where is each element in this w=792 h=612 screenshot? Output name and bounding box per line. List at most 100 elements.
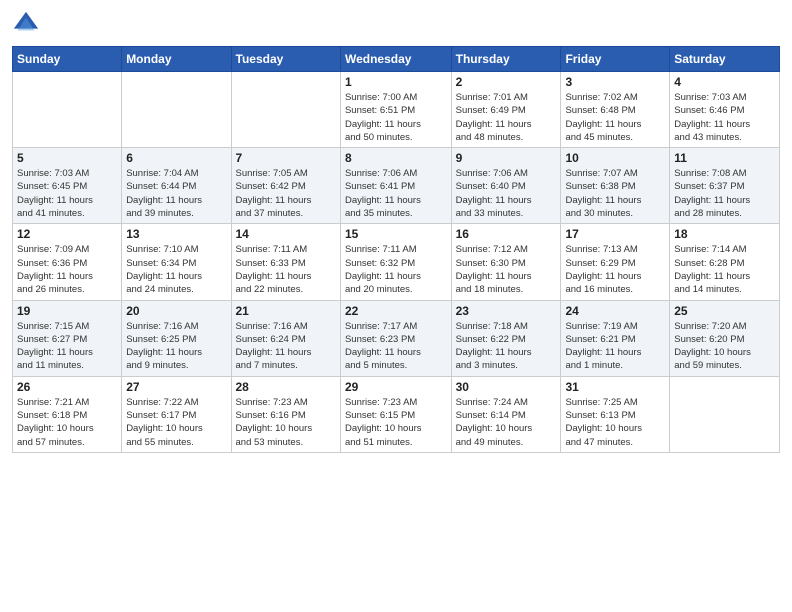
calendar-day-cell	[670, 376, 780, 452]
day-info: Sunrise: 7:02 AM Sunset: 6:48 PM Dayligh…	[565, 91, 665, 144]
day-number: 17	[565, 227, 665, 241]
day-number: 16	[456, 227, 557, 241]
calendar-day-cell	[122, 72, 231, 148]
day-number: 28	[236, 380, 336, 394]
day-info: Sunrise: 7:03 AM Sunset: 6:46 PM Dayligh…	[674, 91, 775, 144]
day-of-week-header: Saturday	[670, 47, 780, 72]
day-of-week-header: Friday	[561, 47, 670, 72]
calendar-day-cell: 14Sunrise: 7:11 AM Sunset: 6:33 PM Dayli…	[231, 224, 340, 300]
calendar-day-cell: 4Sunrise: 7:03 AM Sunset: 6:46 PM Daylig…	[670, 72, 780, 148]
calendar-day-cell: 19 Sunrise: 7:15 AM Sunset: 6:27 PM Dayli…	[13, 300, 122, 376]
page-container: SundayMondayTuesdayWednesdayThursdayFrid…	[0, 0, 792, 461]
day-info: Sunrise: 7:06 AM Sunset: 6:41 PM Dayligh…	[345, 167, 447, 220]
day-number: 22	[345, 304, 447, 318]
day-number: 25	[674, 304, 775, 318]
day-number: 1	[345, 75, 447, 89]
day-info: Sunrise: 7:23 AM Sunset: 6:16 PM Dayligh…	[236, 396, 336, 449]
calendar-day-cell	[13, 72, 122, 148]
day-info: Sunrise: 7:09 AM Sunset: 6:36 PM Dayligh…	[17, 243, 117, 296]
calendar-day-cell: 12 Sunrise: 7:09 AM Sunset: 6:36 PM Dayli…	[13, 224, 122, 300]
day-of-week-header: Monday	[122, 47, 231, 72]
day-number: 3	[565, 75, 665, 89]
calendar-day-cell: 10 Sunrise: 7:07 AM Sunset: 6:38 PM Dayli…	[561, 148, 670, 224]
calendar-day-cell: 3 Sunrise: 7:02 AM Sunset: 6:48 PM Daylig…	[561, 72, 670, 148]
calendar-day-cell: 20 Sunrise: 7:16 AM Sunset: 6:25 PM Dayli…	[122, 300, 231, 376]
day-info: Sunrise: 7:25 AM Sunset: 6:13 PM Dayligh…	[565, 396, 665, 449]
day-of-week-header: Tuesday	[231, 47, 340, 72]
day-number: 12	[17, 227, 117, 241]
calendar-day-cell: 8 Sunrise: 7:06 AM Sunset: 6:41 PM Daylig…	[340, 148, 451, 224]
day-number: 14	[236, 227, 336, 241]
day-info: Sunrise: 7:21 AM Sunset: 6:18 PM Dayligh…	[17, 396, 117, 449]
day-info: Sunrise: 7:01 AM Sunset: 6:49 PM Dayligh…	[456, 91, 557, 144]
day-info: Sunrise: 7:04 AM Sunset: 6:44 PM Dayligh…	[126, 167, 226, 220]
logo	[12, 10, 44, 38]
day-info: Sunrise: 7:08 AM Sunset: 6:37 PM Dayligh…	[674, 167, 775, 220]
day-info: Sunrise: 7:18 AM Sunset: 6:22 PM Dayligh…	[456, 320, 557, 373]
day-info: Sunrise: 7:10 AM Sunset: 6:34 PM Dayligh…	[126, 243, 226, 296]
day-info: Sunrise: 7:15 AM Sunset: 6:27 PM Dayligh…	[17, 320, 117, 373]
day-info: Sunrise: 7:20 AM Sunset: 6:20 PM Dayligh…	[674, 320, 775, 373]
calendar-day-cell	[231, 72, 340, 148]
calendar-day-cell: 16 Sunrise: 7:12 AM Sunset: 6:30 PM Dayli…	[451, 224, 561, 300]
calendar-day-cell: 1 Sunrise: 7:00 AM Sunset: 6:51 PM Daylig…	[340, 72, 451, 148]
calendar-week-row: 1 Sunrise: 7:00 AM Sunset: 6:51 PM Daylig…	[13, 72, 780, 148]
day-info: Sunrise: 7:19 AM Sunset: 6:21 PM Dayligh…	[565, 320, 665, 373]
day-number: 9	[456, 151, 557, 165]
day-number: 26	[17, 380, 117, 394]
day-number: 6	[126, 151, 226, 165]
day-number: 13	[126, 227, 226, 241]
day-info: Sunrise: 7:11 AM Sunset: 6:32 PM Dayligh…	[345, 243, 447, 296]
day-number: 31	[565, 380, 665, 394]
calendar-day-cell: 11Sunrise: 7:08 AM Sunset: 6:37 PM Dayli…	[670, 148, 780, 224]
calendar-day-cell: 23 Sunrise: 7:18 AM Sunset: 6:22 PM Dayli…	[451, 300, 561, 376]
day-info: Sunrise: 7:05 AM Sunset: 6:42 PM Dayligh…	[236, 167, 336, 220]
day-number: 21	[236, 304, 336, 318]
day-number: 24	[565, 304, 665, 318]
day-number: 27	[126, 380, 226, 394]
calendar-header-row: SundayMondayTuesdayWednesdayThursdayFrid…	[13, 47, 780, 72]
day-number: 7	[236, 151, 336, 165]
day-info: Sunrise: 7:14 AM Sunset: 6:28 PM Dayligh…	[674, 243, 775, 296]
calendar-day-cell: 9 Sunrise: 7:06 AM Sunset: 6:40 PM Daylig…	[451, 148, 561, 224]
day-info: Sunrise: 7:03 AM Sunset: 6:45 PM Dayligh…	[17, 167, 117, 220]
day-info: Sunrise: 7:06 AM Sunset: 6:40 PM Dayligh…	[456, 167, 557, 220]
day-info: Sunrise: 7:12 AM Sunset: 6:30 PM Dayligh…	[456, 243, 557, 296]
logo-icon	[12, 10, 40, 38]
calendar-week-row: 5Sunrise: 7:03 AM Sunset: 6:45 PM Daylig…	[13, 148, 780, 224]
calendar-day-cell: 22 Sunrise: 7:17 AM Sunset: 6:23 PM Dayli…	[340, 300, 451, 376]
calendar-day-cell: 29Sunrise: 7:23 AM Sunset: 6:15 PM Dayli…	[340, 376, 451, 452]
day-info: Sunrise: 7:00 AM Sunset: 6:51 PM Dayligh…	[345, 91, 447, 144]
day-info: Sunrise: 7:17 AM Sunset: 6:23 PM Dayligh…	[345, 320, 447, 373]
day-number: 19	[17, 304, 117, 318]
calendar-day-cell: 7 Sunrise: 7:05 AM Sunset: 6:42 PM Daylig…	[231, 148, 340, 224]
day-info: Sunrise: 7:16 AM Sunset: 6:24 PM Dayligh…	[236, 320, 336, 373]
header	[12, 10, 780, 38]
calendar-day-cell: 5Sunrise: 7:03 AM Sunset: 6:45 PM Daylig…	[13, 148, 122, 224]
day-number: 10	[565, 151, 665, 165]
day-number: 20	[126, 304, 226, 318]
calendar-day-cell: 17 Sunrise: 7:13 AM Sunset: 6:29 PM Dayli…	[561, 224, 670, 300]
calendar-day-cell: 30Sunrise: 7:24 AM Sunset: 6:14 PM Dayli…	[451, 376, 561, 452]
calendar-table: SundayMondayTuesdayWednesdayThursdayFrid…	[12, 46, 780, 453]
day-info: Sunrise: 7:07 AM Sunset: 6:38 PM Dayligh…	[565, 167, 665, 220]
calendar-day-cell: 18Sunrise: 7:14 AM Sunset: 6:28 PM Dayli…	[670, 224, 780, 300]
day-info: Sunrise: 7:23 AM Sunset: 6:15 PM Dayligh…	[345, 396, 447, 449]
day-info: Sunrise: 7:22 AM Sunset: 6:17 PM Dayligh…	[126, 396, 226, 449]
calendar-week-row: 26 Sunrise: 7:21 AM Sunset: 6:18 PM Dayli…	[13, 376, 780, 452]
day-number: 23	[456, 304, 557, 318]
day-info: Sunrise: 7:16 AM Sunset: 6:25 PM Dayligh…	[126, 320, 226, 373]
day-of-week-header: Sunday	[13, 47, 122, 72]
calendar-day-cell: 28 Sunrise: 7:23 AM Sunset: 6:16 PM Dayli…	[231, 376, 340, 452]
day-info: Sunrise: 7:24 AM Sunset: 6:14 PM Dayligh…	[456, 396, 557, 449]
calendar-week-row: 12 Sunrise: 7:09 AM Sunset: 6:36 PM Dayli…	[13, 224, 780, 300]
calendar-week-row: 19 Sunrise: 7:15 AM Sunset: 6:27 PM Dayli…	[13, 300, 780, 376]
calendar-day-cell: 26 Sunrise: 7:21 AM Sunset: 6:18 PM Dayli…	[13, 376, 122, 452]
day-number: 8	[345, 151, 447, 165]
calendar-day-cell: 6 Sunrise: 7:04 AM Sunset: 6:44 PM Daylig…	[122, 148, 231, 224]
day-info: Sunrise: 7:13 AM Sunset: 6:29 PM Dayligh…	[565, 243, 665, 296]
calendar-day-cell: 13 Sunrise: 7:10 AM Sunset: 6:34 PM Dayli…	[122, 224, 231, 300]
calendar-day-cell: 21 Sunrise: 7:16 AM Sunset: 6:24 PM Dayli…	[231, 300, 340, 376]
calendar-day-cell: 24 Sunrise: 7:19 AM Sunset: 6:21 PM Dayli…	[561, 300, 670, 376]
calendar-day-cell: 2Sunrise: 7:01 AM Sunset: 6:49 PM Daylig…	[451, 72, 561, 148]
